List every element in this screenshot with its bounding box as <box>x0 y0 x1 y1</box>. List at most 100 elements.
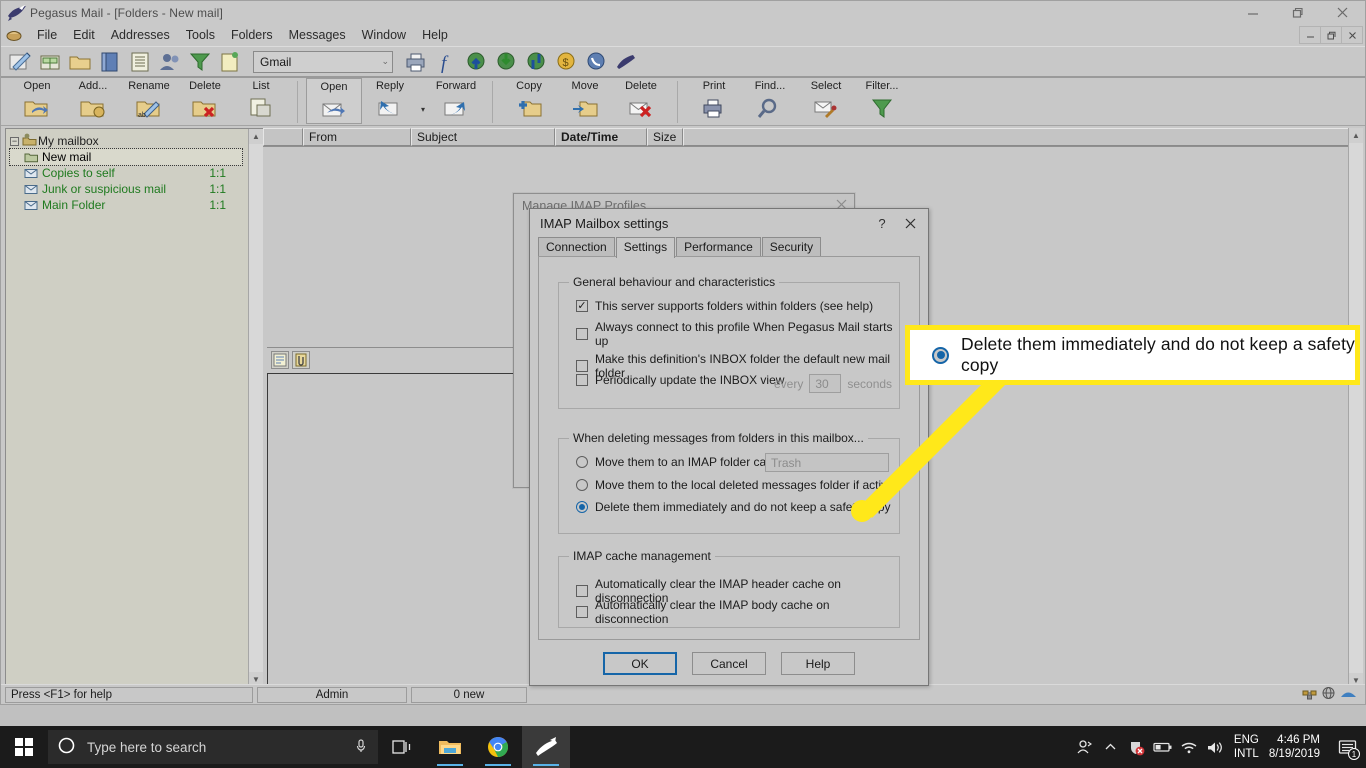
pegasus-icon[interactable] <box>613 49 639 75</box>
battery-icon[interactable] <box>1150 726 1176 768</box>
folder-pane-scrollbar[interactable]: ▲ ▼ <box>248 129 263 687</box>
reply-dropdown-caret[interactable]: ▾ <box>418 78 428 126</box>
notepad-icon[interactable] <box>217 49 243 75</box>
scroll-up-icon[interactable]: ▲ <box>1349 128 1363 143</box>
tab-performance[interactable]: Performance <box>676 237 761 256</box>
tree-item-copies-to-self[interactable]: Copies to self 1:1 <box>10 165 242 181</box>
ok-button[interactable]: OK <box>603 652 677 675</box>
chrome-icon[interactable] <box>474 726 522 768</box>
restore-button[interactable] <box>1275 1 1320 24</box>
tree-item-new-mail[interactable]: New mail <box>9 148 243 166</box>
list-icon[interactable] <box>127 49 153 75</box>
mailbox-icon[interactable] <box>37 49 63 75</box>
cancel-button[interactable]: Cancel <box>692 652 766 675</box>
column-header-subject[interactable]: Subject <box>411 128 555 146</box>
menu-item-addresses[interactable]: Addresses <box>103 26 178 44</box>
collapse-icon[interactable]: − <box>10 136 19 146</box>
file-explorer-icon[interactable] <box>426 726 474 768</box>
move-button[interactable]: Move <box>557 78 613 124</box>
option-delete-immediately[interactable]: Delete them immediately and do not keep … <box>576 500 891 514</box>
forward-button[interactable]: Forward <box>428 78 484 124</box>
menu-item-file[interactable]: File <box>29 26 65 44</box>
language-indicator[interactable]: ENG INTL <box>1228 733 1263 761</box>
option-move-to-imap-folder[interactable]: Move them to an IMAP folder called <box>576 455 785 469</box>
imap-mailbox-settings-dialog[interactable]: IMAP Mailbox settings ? Connection Setti… <box>529 208 929 686</box>
message-view-icon[interactable] <box>271 350 289 369</box>
internet-up-icon[interactable] <box>463 49 489 75</box>
mdi-minimize-button[interactable] <box>1299 26 1321 44</box>
rename-folder-button[interactable]: Rename ab <box>121 78 177 124</box>
internet-sync-icon[interactable] <box>523 49 549 75</box>
find-button[interactable]: Find... <box>742 78 798 124</box>
network-icon[interactable] <box>1302 686 1317 703</box>
task-view-icon[interactable] <box>378 726 426 768</box>
copy-button[interactable]: Copy <box>501 78 557 124</box>
tree-item-main-folder[interactable]: Main Folder 1:1 <box>10 197 242 213</box>
open-folder-button[interactable]: Open <box>9 78 65 124</box>
minimize-button[interactable] <box>1230 1 1275 24</box>
option-periodic-update[interactable]: Periodically update the INBOX view <box>576 373 784 387</box>
option-folders-within-folders[interactable]: This server supports folders within fold… <box>576 299 873 313</box>
help-button[interactable]: ? <box>868 211 896 235</box>
option-clear-body-cache[interactable]: Automatically clear the IMAP body cache … <box>576 598 899 626</box>
wifi-icon[interactable] <box>1176 726 1202 768</box>
addressbook-icon[interactable] <box>97 49 123 75</box>
mdi-close-button[interactable] <box>1341 26 1363 44</box>
menu-item-messages[interactable]: Messages <box>281 26 354 44</box>
menu-item-folders[interactable]: Folders <box>223 26 281 44</box>
help-button[interactable]: Help <box>781 652 855 675</box>
reply-button[interactable]: Reply <box>362 78 418 124</box>
mdi-app-icon[interactable] <box>5 27 25 43</box>
print-icon[interactable] <box>403 49 429 75</box>
menu-item-help[interactable]: Help <box>414 26 456 44</box>
filter-icon[interactable] <box>187 49 213 75</box>
tab-connection[interactable]: Connection <box>538 237 615 256</box>
menu-item-window[interactable]: Window <box>354 26 414 44</box>
checkbox-clear-header-cache[interactable] <box>576 585 588 597</box>
globe-icon[interactable] <box>1321 686 1336 703</box>
dollar-icon[interactable]: $ <box>553 49 579 75</box>
profile-combo[interactable]: Gmail ⌄ <box>253 50 393 73</box>
menu-item-tools[interactable]: Tools <box>178 26 223 44</box>
scroll-up-icon[interactable]: ▲ <box>249 129 263 144</box>
add-folder-button[interactable]: Add... <box>65 78 121 124</box>
search-input[interactable]: Type here to search <box>48 730 378 764</box>
option-move-to-local-deleted[interactable]: Move them to the local deleted messages … <box>576 478 894 492</box>
checkbox-always-connect[interactable] <box>576 328 588 340</box>
column-header-from[interactable]: From <box>303 128 411 146</box>
tree-root-row[interactable]: − My mailbox <box>10 133 263 149</box>
print-button[interactable]: Print <box>686 78 742 124</box>
checkbox-default-inbox[interactable] <box>576 360 588 372</box>
menu-item-edit[interactable]: Edit <box>65 26 103 44</box>
imap-folder-name-input[interactable]: Trash <box>765 453 889 472</box>
close-icon[interactable] <box>896 211 924 235</box>
windows-start-icon[interactable] <box>0 726 48 768</box>
internet-down-icon[interactable] <box>493 49 519 75</box>
column-header-size[interactable]: Size <box>647 128 683 146</box>
clock[interactable]: 4:46 PM 8/19/2019 <box>1263 733 1330 761</box>
column-header-datetime[interactable]: Date/Time <box>555 128 647 146</box>
delete-message-button[interactable]: Delete <box>613 78 669 124</box>
checkbox-periodic-update[interactable] <box>576 374 588 386</box>
folder-icon[interactable] <box>67 49 93 75</box>
pegasus-mail-icon[interactable] <box>522 726 570 768</box>
font-icon[interactable]: f <box>433 49 459 75</box>
show-hidden-icons-icon[interactable] <box>1098 726 1124 768</box>
interval-value-input[interactable]: 30 <box>809 374 842 393</box>
checkbox-folders-within-folders[interactable] <box>576 300 588 312</box>
tree-item-junk-mail[interactable]: Junk or suspicious mail 1:1 <box>10 181 242 197</box>
close-button[interactable] <box>1320 1 1365 24</box>
weather-icon[interactable] <box>1340 686 1357 703</box>
attachment-icon[interactable] <box>292 350 310 369</box>
users-icon[interactable] <box>157 49 183 75</box>
checkbox-clear-body-cache[interactable] <box>576 606 588 618</box>
radio-delete-immediately[interactable] <box>576 501 588 513</box>
security-alert-icon[interactable] <box>1124 726 1150 768</box>
column-header-spare[interactable] <box>683 128 1363 146</box>
delete-folder-button[interactable]: Delete <box>177 78 233 124</box>
action-center-icon[interactable]: 1 <box>1330 726 1364 768</box>
volume-icon[interactable] <box>1202 726 1228 768</box>
tab-settings[interactable]: Settings <box>615 237 676 258</box>
people-icon[interactable] <box>1072 726 1098 768</box>
microphone-icon[interactable] <box>354 738 368 757</box>
